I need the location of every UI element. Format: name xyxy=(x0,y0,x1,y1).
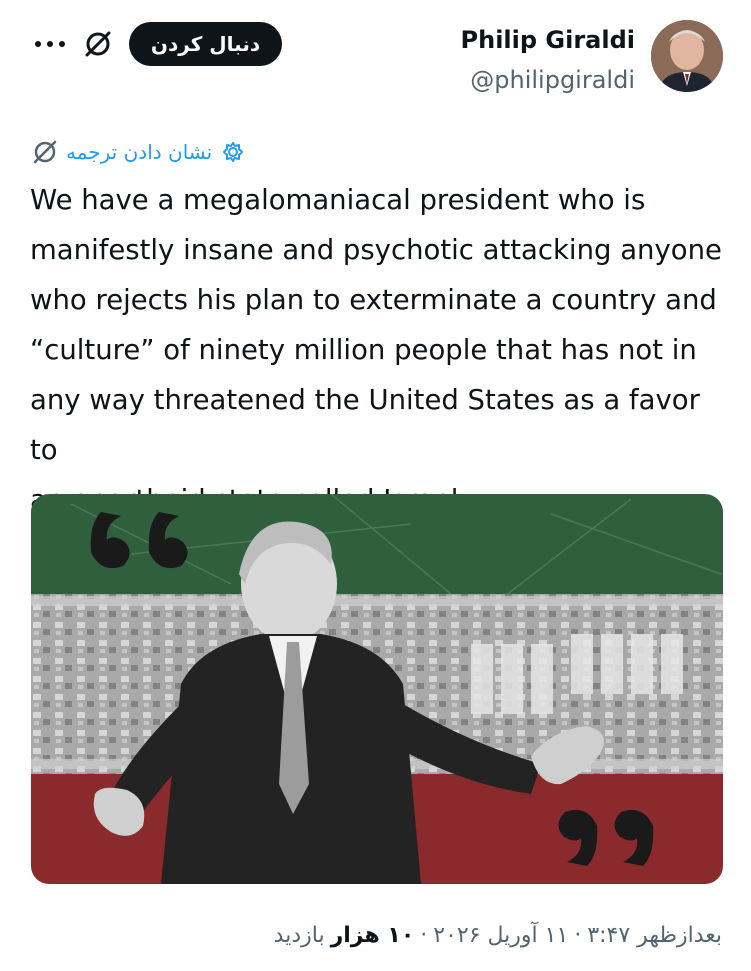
tweet-header: Philip Giraldi @philipgiraldi دنبال کردن xyxy=(0,0,751,110)
translate-row[interactable]: نشان دادن ترجمه xyxy=(30,136,248,168)
author-name[interactable]: Philip Giraldi xyxy=(461,26,635,54)
views-label: بازدید xyxy=(273,922,325,948)
tweet-text-line: who rejects his plan to exterminate a co… xyxy=(30,284,717,316)
views-count: ۱۰ هزار xyxy=(330,922,415,948)
avatar-image xyxy=(651,20,723,92)
translate-gear-icon[interactable] xyxy=(218,137,248,167)
slash-circle-icon xyxy=(30,137,60,167)
tweet-date[interactable]: ۱۱ آوریل ۲۰۲۶ xyxy=(433,923,568,948)
tweet-text-line: any way threatened the United States as … xyxy=(30,384,700,466)
author-handle[interactable]: @philipgiraldi xyxy=(470,66,635,94)
tweet-text-line: “culture” of ninety million people that … xyxy=(30,334,697,366)
tweet-time[interactable]: بعدازظهر ۳:۴۷ xyxy=(587,923,722,948)
meta-separator: · xyxy=(574,922,582,948)
tweet-meta: بعدازظهر ۳:۴۷ · ۱۱ آوریل ۲۰۲۶ · ۱۰ هزار … xyxy=(30,915,722,955)
tweet-text: We have a megalomaniacal president who i… xyxy=(30,175,730,525)
meta-separator: · xyxy=(420,922,428,948)
avatar[interactable] xyxy=(651,20,723,92)
grok-icon[interactable] xyxy=(82,28,114,60)
follow-button[interactable]: دنبال کردن xyxy=(129,22,282,66)
show-translation-link[interactable]: نشان دادن ترجمه xyxy=(66,140,212,164)
media-illustration xyxy=(31,494,723,884)
tweet-text-line: We have a megalomaniacal president who i… xyxy=(30,184,646,216)
tweet-text-line: manifestly insane and psychotic attackin… xyxy=(30,234,722,266)
tweet-media-image[interactable] xyxy=(31,494,723,884)
more-icon[interactable] xyxy=(32,28,68,60)
